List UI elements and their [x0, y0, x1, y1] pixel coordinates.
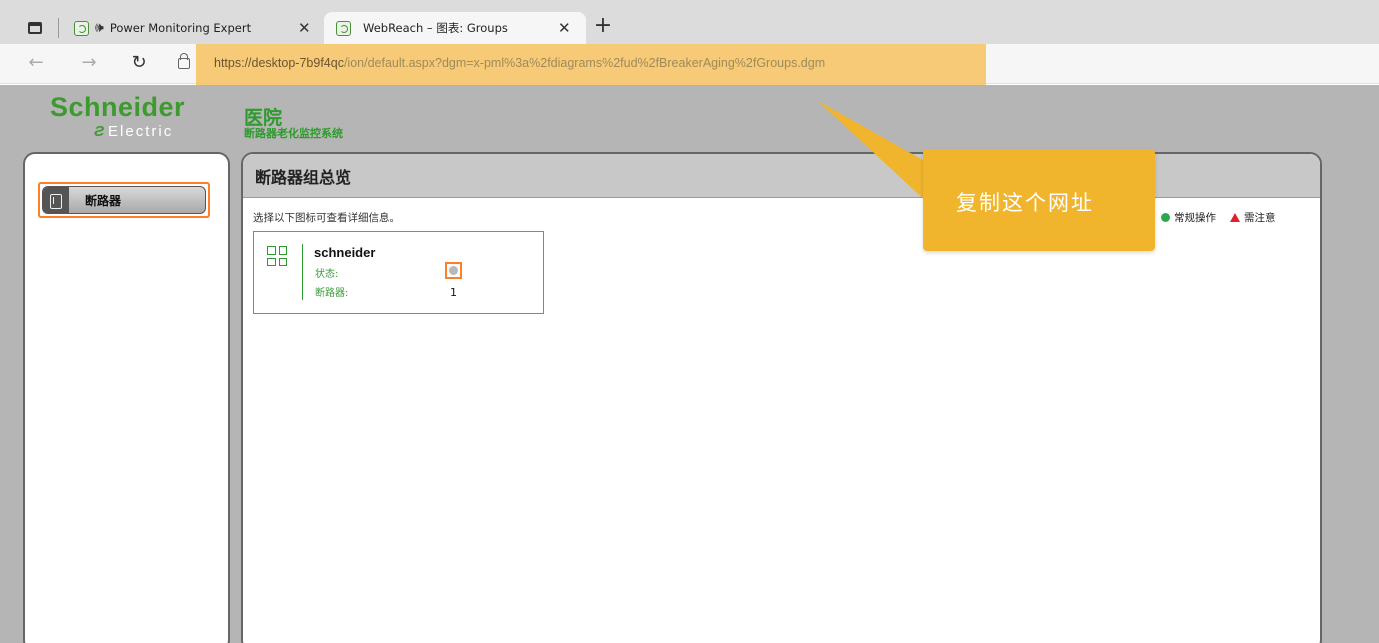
tab-label: WebReach – 图表: Groups: [363, 21, 508, 35]
forward-arrow-icon[interactable]: →: [78, 52, 100, 73]
main-header: 断路器组总览: [243, 154, 1320, 198]
callout-text: 复制这个网址: [956, 191, 1094, 215]
tab-separator: [58, 18, 59, 38]
group-grid-icon[interactable]: [267, 246, 287, 266]
page-content: Schneider Ƨ Electric 医院 断路器老化监控系统 断路器 断路器…: [0, 85, 1379, 643]
logo-sub-text: Ƨ Electric: [94, 123, 173, 140]
url-path: /ion/default.aspx?dgm=x-pml%3a%2fdiagram…: [343, 56, 826, 70]
sidebar: 断路器: [23, 152, 230, 643]
breaker-count-label: 断路器:: [315, 288, 349, 299]
instruction-text: 选择以下图标可查看详细信息。: [253, 212, 400, 224]
webreach-favicon-icon: [74, 20, 89, 36]
browser-tab-bar: 🕪 Power Monitoring Expert ✕ WebReach – 图…: [0, 0, 1379, 44]
sidebar-item-label: 断路器: [85, 193, 122, 208]
logo-main-text: Schneider: [50, 92, 186, 122]
tab-power-monitoring[interactable]: 🕪 Power Monitoring Expert ✕: [68, 12, 318, 44]
logo-sub-label: Electric: [108, 123, 174, 140]
webreach-favicon-icon: [336, 20, 351, 36]
normal-status-icon: [1161, 213, 1170, 222]
tab-webreach-groups[interactable]: WebReach – 图表: Groups ✕: [324, 12, 586, 44]
status-legend: 常规操作 需注意: [1161, 210, 1276, 225]
legend-normal-label: 常规操作: [1174, 212, 1216, 224]
schneider-logo[interactable]: Schneider Ƨ Electric: [50, 92, 186, 140]
back-arrow-icon[interactable]: ←: [25, 52, 47, 73]
group-name[interactable]: schneider: [314, 245, 375, 260]
sidebar-item-button[interactable]: 断路器: [42, 186, 206, 214]
callout-box: 复制这个网址: [923, 149, 1155, 251]
tab-label: Power Monitoring Expert: [109, 21, 252, 35]
group-card-schneider[interactable]: schneider 状态: 断路器: 1: [253, 231, 544, 314]
status-label: 状态:: [315, 269, 339, 280]
breaker-icon: [43, 187, 69, 213]
close-tab-icon[interactable]: ✕: [298, 19, 311, 37]
lock-icon[interactable]: [178, 53, 190, 69]
status-indicator-icon[interactable]: [445, 262, 462, 279]
electric-swirl-icon: Ƨ: [94, 123, 107, 140]
new-tab-icon[interactable]: +: [593, 14, 613, 38]
main-panel: 断路器组总览 选择以下图标可查看详细信息。 常规操作 需注意 schneider…: [241, 152, 1322, 643]
breaker-count-value: 1: [450, 286, 457, 299]
reload-icon[interactable]: ↻: [128, 52, 150, 73]
speaker-icon[interactable]: 🕪: [95, 20, 104, 36]
url-host: https://desktop-7b9f4qc: [214, 56, 344, 70]
tab-actions-icon[interactable]: [28, 22, 42, 34]
card-divider: [302, 244, 303, 300]
sidebar-item-breaker[interactable]: 断路器: [38, 182, 210, 218]
legend-attention-label: 需注意: [1244, 212, 1276, 224]
url-input[interactable]: https://desktop-7b9f4qc/ion/default.aspx…: [214, 56, 825, 70]
site-subtitle: 断路器老化监控系统: [244, 127, 343, 140]
warning-triangle-icon: [1230, 213, 1240, 222]
close-tab-icon[interactable]: ✕: [558, 19, 571, 37]
